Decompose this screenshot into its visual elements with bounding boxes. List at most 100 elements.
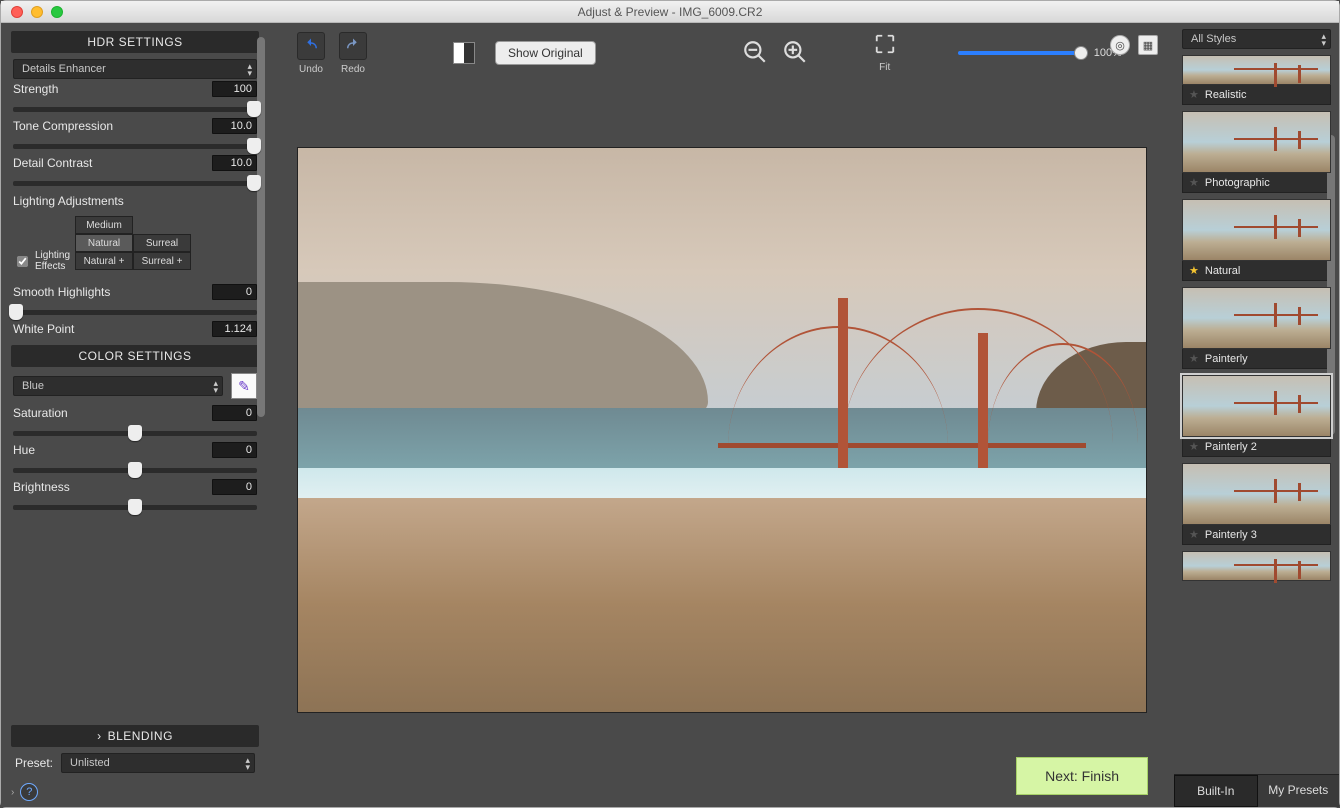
preset-label-row: ★ Photographic: [1182, 173, 1331, 193]
preset-item[interactable]: ★ Realistic: [1182, 55, 1331, 105]
star-icon[interactable]: ★: [1189, 528, 1199, 541]
white-point-value[interactable]: 1.124: [212, 321, 257, 337]
hdr-settings-title: HDR SETTINGS: [87, 35, 182, 49]
lighting-effects-checkbox[interactable]: [17, 256, 28, 267]
detail-contrast-row: Detail Contrast 10.0: [13, 155, 257, 186]
zoom-slider[interactable]: [958, 51, 1088, 55]
zoom-in-icon: [782, 39, 808, 65]
preset-thumbnail[interactable]: [1182, 463, 1331, 525]
strength-slider-knob[interactable]: [247, 101, 261, 117]
panel-collapse-icon[interactable]: ›: [11, 787, 14, 798]
tone-compression-value[interactable]: 10.0: [212, 118, 257, 134]
tab-builtin[interactable]: Built-In: [1174, 775, 1258, 807]
preset-thumbnail[interactable]: [1182, 55, 1331, 85]
preset-name: Painterly: [1205, 353, 1248, 365]
star-icon[interactable]: ★: [1189, 88, 1199, 101]
preset-filter-value: All Styles: [1191, 33, 1236, 45]
preset-name: Natural: [1205, 265, 1240, 277]
saturation-slider-knob[interactable]: [128, 425, 142, 441]
compare-split-button[interactable]: [453, 42, 475, 64]
color-channel-value: Blue: [22, 380, 44, 392]
saturation-value[interactable]: 0: [212, 405, 257, 421]
color-channel-dropdown[interactable]: Blue: [13, 376, 223, 396]
star-icon[interactable]: ★: [1189, 352, 1199, 365]
hue-value[interactable]: 0: [212, 442, 257, 458]
single-view-button[interactable]: ◎: [1110, 35, 1130, 55]
color-brush-button[interactable]: ✎: [231, 373, 257, 399]
tab-mypresets[interactable]: My Presets: [1258, 775, 1340, 807]
next-finish-button[interactable]: Next: Finish: [1016, 757, 1148, 795]
strength-slider[interactable]: [13, 107, 257, 112]
brightness-row: Brightness 0: [13, 479, 257, 510]
brightness-value[interactable]: 0: [212, 479, 257, 495]
tone-compression-slider[interactable]: [13, 144, 257, 149]
lighting-natural-button[interactable]: Natural: [75, 234, 133, 252]
preset-label-row: ★ Natural: [1182, 261, 1331, 281]
preset-thumbnail[interactable]: [1182, 551, 1331, 581]
left-scrollbar[interactable]: [257, 37, 265, 417]
blending-header[interactable]: › BLENDING: [11, 725, 259, 747]
tone-compression-slider-knob[interactable]: [247, 138, 261, 154]
strength-label: Strength: [13, 82, 58, 96]
preset-item[interactable]: ★Painterly 3: [1182, 463, 1331, 545]
preset-item[interactable]: [1182, 551, 1331, 581]
preset-filter-dropdown[interactable]: All Styles: [1182, 29, 1331, 49]
preset-item[interactable]: ★ Natural: [1182, 199, 1331, 281]
redo-button[interactable]: [339, 32, 367, 60]
brightness-slider-knob[interactable]: [128, 499, 142, 515]
preset-item[interactable]: ★Painterly 2: [1182, 375, 1331, 457]
left-panel: HDR SETTINGS Details Enhancer Strength 1…: [1, 23, 269, 807]
preset-item[interactable]: ★ Photographic: [1182, 111, 1331, 193]
detail-contrast-value[interactable]: 10.0: [212, 155, 257, 171]
zoom-in-button[interactable]: [782, 39, 808, 68]
preset-label-row: ★Painterly 3: [1182, 525, 1331, 545]
star-icon[interactable]: ★: [1189, 176, 1199, 189]
brightness-slider[interactable]: [13, 505, 257, 510]
window-titlebar: Adjust & Preview - IMG_6009.CR2: [1, 1, 1339, 23]
image-preview[interactable]: [297, 147, 1147, 713]
star-icon[interactable]: ★: [1189, 440, 1199, 453]
preset-label-row: ★Painterly 2: [1182, 437, 1331, 457]
preset-thumbnail[interactable]: [1182, 375, 1331, 437]
hue-slider[interactable]: [13, 468, 257, 473]
show-original-button[interactable]: Show Original: [495, 41, 596, 65]
smooth-highlights-slider[interactable]: [13, 310, 257, 315]
hdr-settings-header: HDR SETTINGS: [11, 31, 259, 53]
redo-label: Redo: [341, 64, 365, 75]
window-title: Adjust & Preview - IMG_6009.CR2: [1, 5, 1339, 19]
lighting-surreal-plus-button[interactable]: Surreal +: [133, 252, 191, 270]
hue-slider-knob[interactable]: [128, 462, 142, 478]
preset-thumbnail[interactable]: [1182, 287, 1331, 349]
preset-name: Realistic: [1205, 89, 1247, 101]
undo-button[interactable]: [297, 32, 325, 60]
preset-item[interactable]: ★ Painterly: [1182, 287, 1331, 369]
saturation-slider[interactable]: [13, 431, 257, 436]
smooth-highlights-slider-knob[interactable]: [9, 304, 23, 320]
undo-label: Undo: [299, 64, 323, 75]
lighting-natural-plus-button[interactable]: Natural +: [75, 252, 133, 270]
color-settings-title: COLOR SETTINGS: [78, 349, 191, 363]
strength-value[interactable]: 100: [212, 81, 257, 97]
detail-contrast-slider[interactable]: [13, 181, 257, 186]
zoom-out-button[interactable]: [742, 39, 768, 68]
preset-thumbnail[interactable]: [1182, 199, 1331, 261]
lighting-medium-button[interactable]: Medium: [75, 216, 133, 234]
preset-name: Photographic: [1205, 177, 1270, 189]
window-zoom-button[interactable]: [51, 6, 63, 18]
hdr-method-dropdown[interactable]: Details Enhancer: [13, 59, 257, 79]
preset-thumbnail[interactable]: [1182, 111, 1331, 173]
right-panel: All Styles ★ Realistic ★ Photographic ★ Natur…: [1174, 23, 1339, 807]
fit-button[interactable]: [874, 33, 896, 58]
window-close-button[interactable]: [11, 6, 23, 18]
preset-dropdown[interactable]: Unlisted: [61, 753, 255, 773]
help-button[interactable]: ?: [20, 783, 38, 801]
brightness-label: Brightness: [13, 480, 70, 494]
star-icon[interactable]: ★: [1189, 264, 1199, 277]
zoom-slider-knob[interactable]: [1074, 46, 1088, 60]
lighting-surreal-button[interactable]: Surreal: [133, 234, 191, 252]
detail-contrast-slider-knob[interactable]: [247, 175, 261, 191]
grid-view-button[interactable]: ▦: [1138, 35, 1158, 55]
smooth-highlights-value[interactable]: 0: [212, 284, 257, 300]
center-panel: Undo Redo Show Original: [269, 23, 1174, 807]
window-minimize-button[interactable]: [31, 6, 43, 18]
